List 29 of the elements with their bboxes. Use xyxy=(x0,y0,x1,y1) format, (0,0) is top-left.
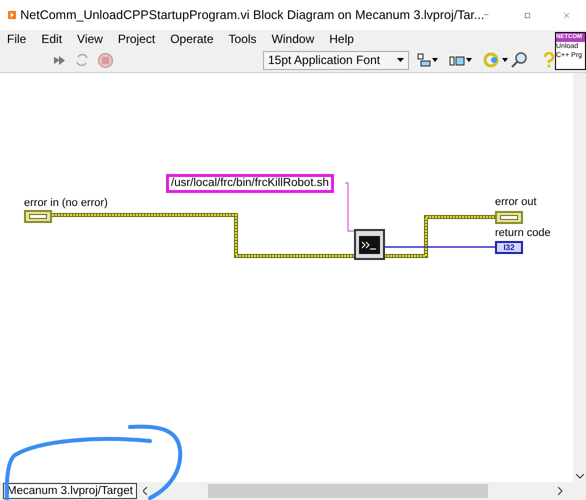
i32-terminal: I32 xyxy=(495,241,523,254)
string-constant: /usr/local/frc/bin/frcKillRobot.sh xyxy=(166,174,334,193)
error-cluster-terminal xyxy=(24,210,52,223)
context-label: Mecanum 3.lvproj/Target xyxy=(3,483,137,499)
menu-item[interactable]: Window xyxy=(272,30,314,48)
font-dropdown[interactable]: 15pt Application Font xyxy=(263,50,409,70)
menu-item[interactable]: View xyxy=(77,30,103,48)
chevron-down-icon[interactable] xyxy=(576,474,584,479)
menu-item[interactable]: Tools xyxy=(228,30,257,48)
terminal-label: error in (no error) xyxy=(24,197,108,210)
terminal-prompt-icon xyxy=(359,236,380,254)
menu-item[interactable]: Edit xyxy=(41,30,62,48)
caret-icon xyxy=(397,58,404,62)
horizontal-scrollbar[interactable] xyxy=(208,484,488,498)
terminal-label: error out xyxy=(495,196,537,209)
align-icon[interactable] xyxy=(417,53,439,67)
menu-item[interactable]: Help xyxy=(329,30,354,48)
minimize-icon[interactable] xyxy=(484,14,489,16)
chevron-right-icon[interactable] xyxy=(558,487,563,495)
chevron-left-icon[interactable] xyxy=(142,487,148,495)
menu-item[interactable]: File xyxy=(7,30,26,48)
error-cluster-terminal xyxy=(495,211,523,224)
search-icon[interactable] xyxy=(511,52,529,68)
menu-item[interactable]: Project xyxy=(118,30,156,48)
window-title: NetComm_UnloadCPPStartupProgram.vi Block Diagram on Mecanum 3.lvproj/Tar... xyxy=(20,6,484,24)
terminal-label: return code xyxy=(495,227,551,240)
vertical-scrollbar[interactable] xyxy=(573,73,586,482)
menu-item[interactable]: Operate xyxy=(170,30,214,48)
reorder-icon[interactable] xyxy=(483,52,509,68)
